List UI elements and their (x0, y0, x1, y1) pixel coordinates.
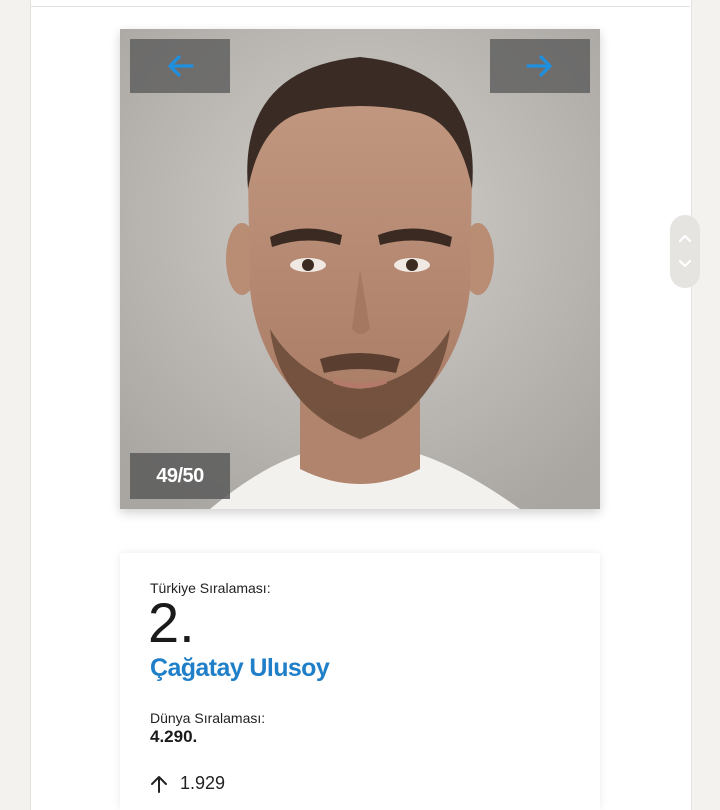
scroll-down-button[interactable] (678, 257, 692, 271)
arrow-up-icon (151, 775, 167, 793)
chevron-down-icon (678, 259, 692, 268)
next-photo-button[interactable] (490, 39, 590, 93)
scroll-up-button[interactable] (678, 231, 692, 245)
world-rank-label: Dünya Sıralaması: (150, 710, 266, 726)
arrow-left-icon (168, 55, 194, 77)
photo-counter: 49/50 (130, 453, 230, 499)
prev-photo-button[interactable] (130, 39, 230, 93)
scroll-nav (670, 215, 700, 288)
arrow-right-icon (526, 55, 552, 77)
person-name-link[interactable]: Çağatay Ulusoy (150, 654, 330, 683)
portrait-photo (120, 29, 600, 509)
ranking-card: Türkiye Sıralaması: 2. Çağatay Ulusoy Dü… (120, 553, 600, 810)
world-rank-value: 4.290. (150, 727, 198, 746)
chevron-up-icon (678, 234, 692, 243)
photo-slider[interactable]: 49/50 (120, 29, 600, 509)
rank-change: 1.929 (150, 773, 225, 794)
rank-change-value: 1.929 (180, 773, 226, 793)
header-divider (30, 6, 690, 7)
turkey-rank-value: 2. (148, 591, 195, 654)
